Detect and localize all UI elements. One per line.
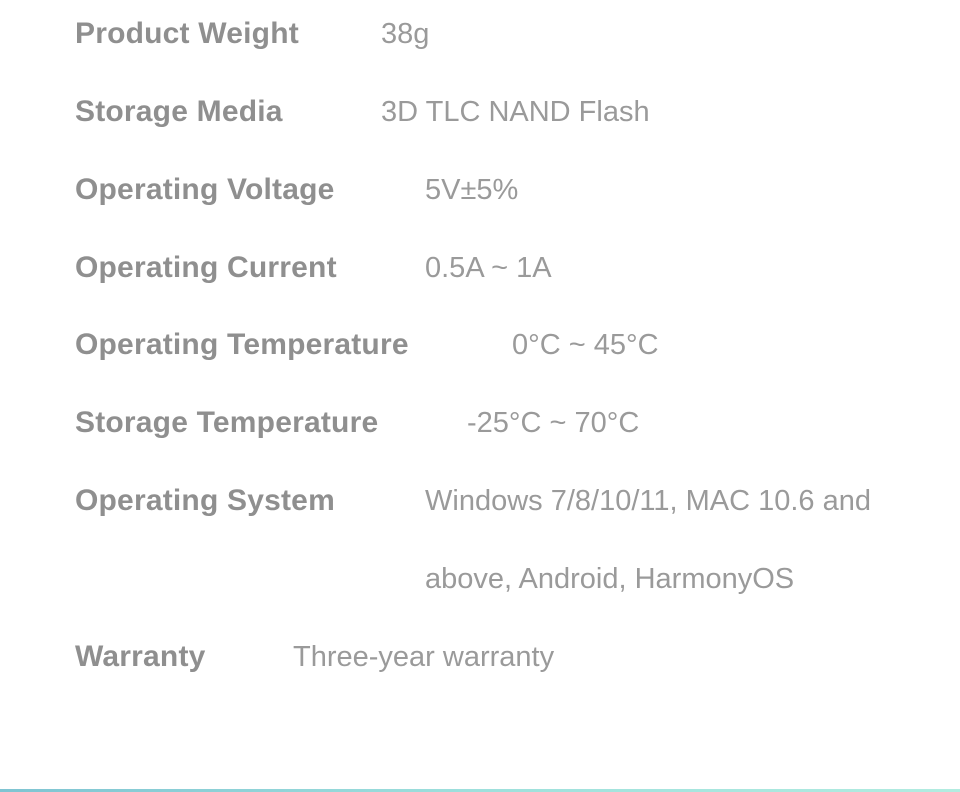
spec-label: Operating Voltage — [75, 173, 335, 206]
spec-label: Warranty — [75, 640, 206, 673]
spec-label: Operating Temperature — [75, 328, 409, 361]
spec-value: Windows 7/8/10/11, MAC 10.6 and — [425, 485, 871, 517]
spec-label: Operating System — [75, 484, 335, 517]
spec-value: 3D TLC NAND Flash — [381, 96, 650, 128]
spec-label: Product Weight — [75, 17, 299, 50]
spec-value: 0°C ~ 45°C — [512, 329, 659, 361]
spec-value-continued: above, Android, HarmonyOS — [425, 563, 795, 595]
spec-value: 38g — [381, 18, 430, 50]
spec-value: 0.5A ~ 1A — [425, 252, 552, 284]
spec-value: Three-year warranty — [293, 641, 555, 673]
spec-label: Operating Current — [75, 251, 337, 284]
spec-label: Storage Temperature — [75, 406, 379, 439]
spec-label: Storage Media — [75, 95, 283, 128]
spec-value: -25°C ~ 70°C — [467, 407, 640, 439]
spec-value: 5V±5% — [425, 174, 519, 206]
